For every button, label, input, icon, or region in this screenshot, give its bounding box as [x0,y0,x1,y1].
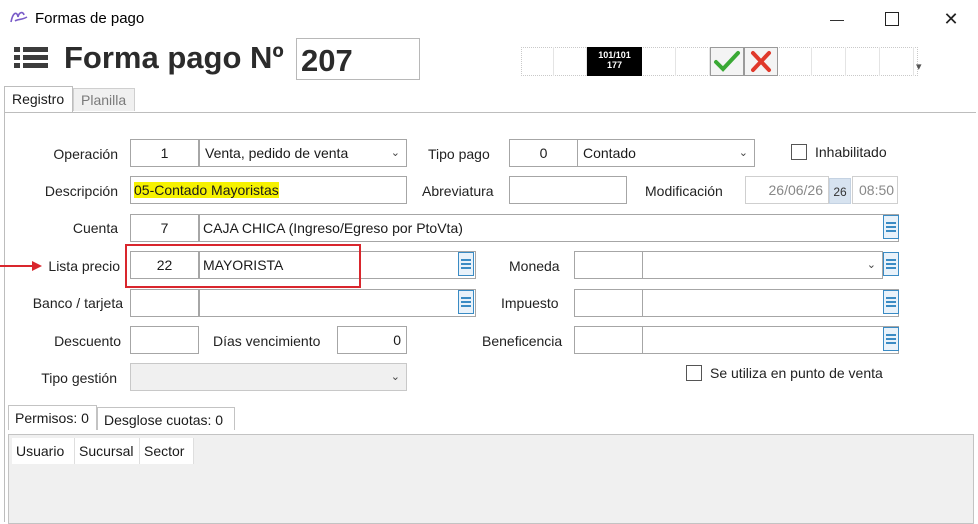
toolbar-slot[interactable] [642,47,676,76]
modificacion-date-field: 26/06/26 [745,176,829,204]
dias-vencimiento-label: Días vencimiento [213,333,321,349]
chevron-down-icon: ⌄ [390,147,400,159]
tab-planilla[interactable]: Planilla [73,88,135,111]
record-number-field[interactable]: 207 [296,38,420,80]
column-header-sector[interactable]: Sector [140,438,194,464]
app-icon [9,9,29,25]
cuenta-label: Cuenta [72,220,118,236]
beneficencia-label: Beneficencia [482,333,563,349]
inhabilitado-label: Inhabilitado [815,144,887,160]
toolbar-slot[interactable] [778,47,812,76]
column-header-sucursal[interactable]: Sucursal [75,438,140,464]
check-icon [714,51,740,72]
cuenta-lookup-icon[interactable] [883,215,899,239]
banco-label: Banco / tarjeta [32,295,123,311]
tipo-gestion-label: Tipo gestión [41,370,117,386]
operacion-value: Venta, pedido de venta [205,145,349,161]
calendar-day: 26 [833,185,847,199]
lista-precio-lookup-icon[interactable] [458,252,474,276]
menu-icon[interactable] [14,45,48,71]
chevron-down-icon: ⌄ [738,147,748,159]
accept-button[interactable] [710,47,744,76]
maximize-icon [885,12,899,26]
tab-registro[interactable]: Registro [4,86,73,113]
banco-name-field[interactable] [199,289,476,317]
descripcion-label: Descripción [44,183,118,199]
moneda-lookup-icon[interactable] [883,252,899,276]
record-counter-position: 101/101 [598,50,631,60]
tab-permisos[interactable]: Permisos: 0 [8,405,97,430]
cuenta-name-field[interactable]: CAJA CHICA (Ingreso/Egreso por PtoVta) [199,214,899,242]
tipo-pago-value: Contado [583,145,636,161]
descripcion-input[interactable]: 05-Contado Mayoristas [130,176,407,204]
record-counter-total: 177 [606,60,623,70]
lista-precio-label: Lista precio [48,258,120,274]
impuesto-name-field[interactable] [642,289,899,317]
beneficencia-name-field[interactable] [642,326,899,354]
moneda-code-input[interactable] [574,251,643,279]
banco-code-input[interactable] [130,289,199,317]
punto-venta-label: Se utiliza en punto de venta [710,365,883,381]
window-title: Formas de pago [35,10,145,27]
abreviatura-label: Abreviatura [422,183,494,199]
impuesto-lookup-icon[interactable] [883,290,899,314]
dias-vencimiento-input[interactable]: 0 [337,326,407,354]
punto-venta-checkbox[interactable] [686,365,702,381]
operacion-code-input[interactable]: 1 [130,139,199,167]
chevron-down-icon: ⌄ [866,259,876,271]
impuesto-label: Impuesto [501,295,559,311]
toolbar-overflow-icon[interactable]: ▾ [916,60,922,73]
modificacion-time-field: 08:50 [852,176,898,204]
toolbar-slot[interactable] [676,47,710,76]
cuenta-code-input[interactable]: 7 [130,214,199,242]
tab-desglose-cuotas[interactable]: Desglose cuotas: 0 [97,407,235,430]
toolbar-slot[interactable] [846,47,880,76]
close-icon: ✕ [943,8,959,29]
moneda-label: Moneda [509,258,560,274]
column-header-usuario[interactable]: Usuario [12,438,75,464]
tipo-pago-code-input[interactable]: 0 [509,139,578,167]
descuento-input[interactable] [130,326,199,354]
toolbar-slot[interactable] [812,47,846,76]
minimize-button[interactable]: — [817,6,857,32]
impuesto-code-input[interactable] [574,289,643,317]
banco-lookup-icon[interactable] [458,290,474,314]
x-icon [751,51,771,72]
inhabilitado-checkbox[interactable] [791,144,807,160]
page-title: Forma pago Nº [64,40,284,75]
close-button[interactable]: ✕ [931,6,971,32]
descuento-label: Descuento [54,333,121,349]
maximize-button[interactable] [872,6,912,32]
record-counter: 101/101 177 [587,47,642,76]
tipo-gestion-select[interactable]: ⌄ [130,363,407,391]
annotation-highlight-box [125,244,361,288]
descripcion-value: 05-Contado Mayoristas [134,182,279,198]
beneficencia-lookup-icon[interactable] [883,327,899,351]
cancel-button[interactable] [744,47,778,76]
abreviatura-input[interactable] [509,176,627,204]
chevron-down-icon: ⌄ [390,371,400,383]
modificacion-label: Modificación [645,183,723,199]
minimize-icon: — [830,11,844,27]
calendar-icon[interactable]: 26 [829,178,851,204]
tipo-pago-label: Tipo pago [428,146,490,162]
moneda-select[interactable]: ⌄ [642,251,883,279]
beneficencia-code-input[interactable] [574,326,643,354]
tipo-pago-select[interactable]: Contado ⌄ [577,139,755,167]
operacion-label: Operación [53,146,118,162]
toolbar-slot[interactable] [521,47,554,76]
operacion-select[interactable]: Venta, pedido de venta ⌄ [199,139,407,167]
toolbar-slot[interactable] [880,47,914,76]
toolbar-slot[interactable] [554,47,587,76]
